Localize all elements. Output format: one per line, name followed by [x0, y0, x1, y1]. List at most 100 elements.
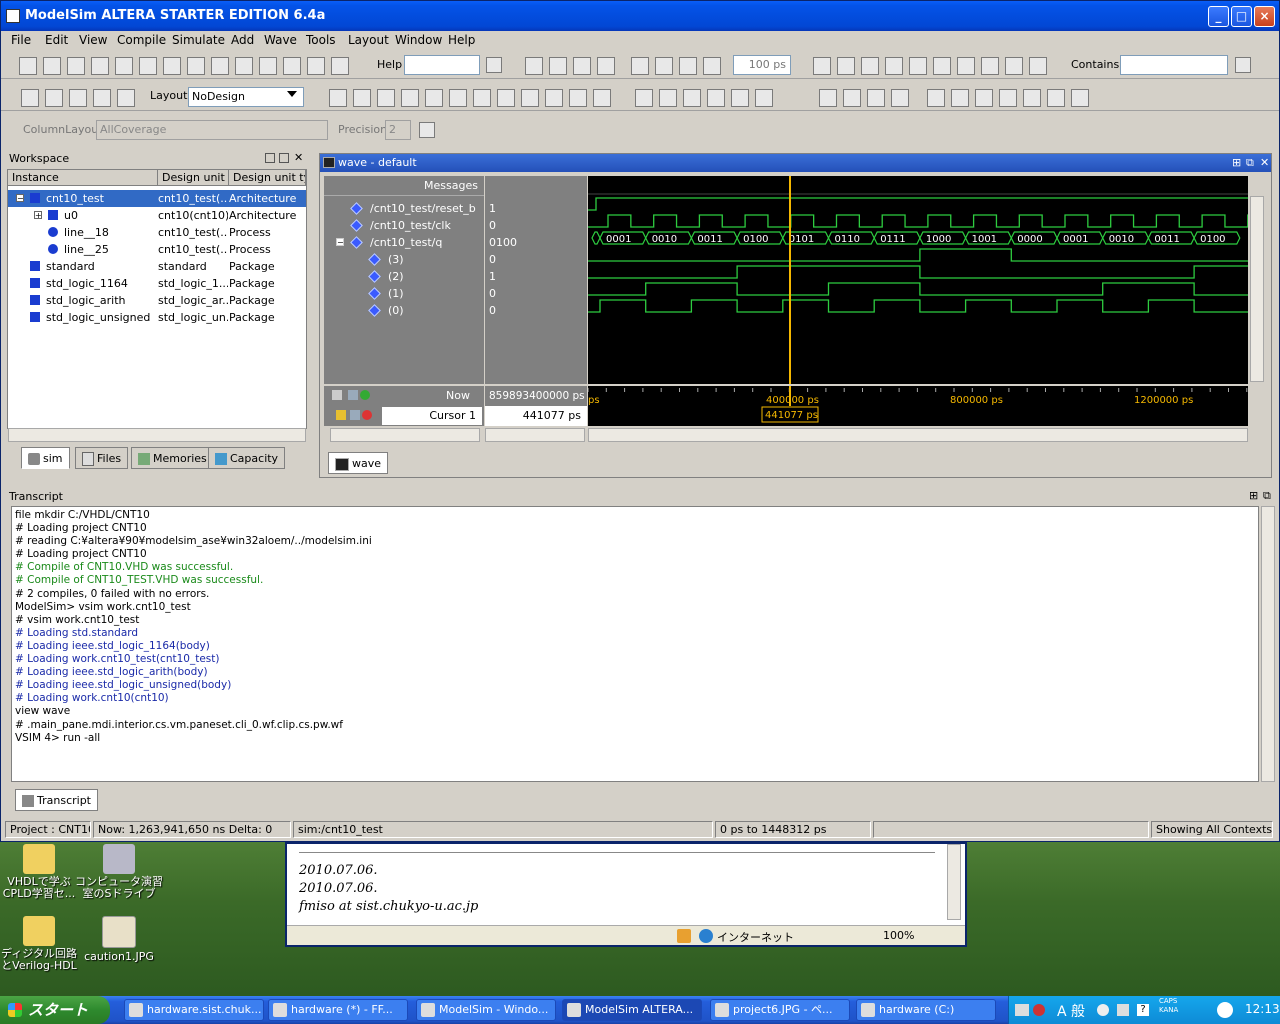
select-pointer-icon[interactable] [635, 89, 653, 107]
paste-icon[interactable] [187, 57, 205, 75]
cut-icon[interactable] [139, 57, 157, 75]
cursor-label[interactable]: Cursor 1 [382, 407, 482, 425]
list-view-icon[interactable] [951, 89, 969, 107]
zoom-in-icon[interactable] [819, 89, 837, 107]
cursor-pencil-icon[interactable] [350, 410, 360, 420]
help-icon[interactable]: ? [1137, 1004, 1149, 1016]
hierarchy-icon[interactable] [283, 57, 301, 75]
desktop-icon-caution[interactable]: caution1.JPG [74, 916, 164, 963]
signal-row[interactable]: (3) [324, 251, 484, 268]
col-header-design-unit-type[interactable]: Design unit type [229, 170, 306, 186]
cursor-add-icon[interactable] [332, 390, 342, 400]
taskbar-item[interactable]: ModelSim ALTERA... [562, 999, 702, 1021]
back-arrow-icon[interactable] [655, 57, 673, 75]
ime-tool-icon[interactable] [1117, 1004, 1129, 1016]
layout-select[interactable]: NoDesign [188, 87, 304, 107]
breakpoint-icon[interactable] [981, 57, 999, 75]
tree-row[interactable]: line__25 cnt10_test(... Process [8, 241, 306, 258]
delete-all-icon[interactable] [45, 89, 63, 107]
open-folder-icon[interactable] [43, 57, 61, 75]
signal-row[interactable]: /cnt10_test/reset_b [324, 200, 484, 217]
up-arrow-icon[interactable] [631, 57, 649, 75]
tree-row[interactable]: std_logic_arith std_logic_ar... Package [8, 292, 306, 309]
menu-help[interactable]: Help [448, 31, 475, 49]
zoom-cursor-icon[interactable] [891, 89, 909, 107]
cursor-next-icon[interactable] [569, 89, 587, 107]
edge-end-icon[interactable] [497, 89, 515, 107]
wave-view-icon[interactable] [927, 89, 945, 107]
taskbar-item[interactable]: hardware (C:) [856, 999, 996, 1021]
run-icon[interactable] [703, 57, 721, 75]
wave-h-scrollbar[interactable] [588, 428, 1248, 442]
zoom-level[interactable]: 100% [883, 929, 914, 942]
measure-icon[interactable] [683, 89, 701, 107]
wave-v-scrollbar[interactable] [1250, 196, 1264, 382]
menu-file[interactable]: File [11, 31, 31, 49]
arrow-left-icon[interactable] [1217, 1002, 1233, 1018]
tree-row[interactable]: standard standard Package [8, 258, 306, 275]
tab-transcript[interactable]: Transcript [15, 789, 98, 811]
menu-edit[interactable]: Edit [45, 31, 68, 49]
column-layout-select[interactable]: AllCoverage [96, 120, 328, 140]
menu-add[interactable]: Add [231, 31, 254, 49]
step-out-icon[interactable] [957, 57, 975, 75]
collapse-icon[interactable]: − [16, 194, 24, 203]
menu-view[interactable]: View [79, 31, 107, 49]
tab-wave[interactable]: wave [328, 452, 389, 474]
transcript-v-scrollbar[interactable] [1261, 506, 1275, 782]
refresh-icon[interactable] [91, 57, 109, 75]
expand-icon[interactable]: + [34, 211, 42, 220]
step-wave-3-icon[interactable] [1071, 89, 1089, 107]
signal-row[interactable]: − /cnt10_test/q [324, 234, 484, 251]
clear-icon[interactable] [117, 89, 135, 107]
values-h-scrollbar[interactable] [485, 428, 585, 442]
lock-icon[interactable] [336, 410, 346, 420]
wave-title-bar[interactable]: wave - default ⊞ ⧉ ✕ [320, 154, 1271, 172]
transcript-console[interactable]: file mkdir C:/VHDL/CNT10 # Loading projec… [11, 506, 1259, 782]
edge-right-icon[interactable] [401, 89, 419, 107]
browser-scrollbar[interactable] [947, 844, 961, 920]
edge-left-icon[interactable] [377, 89, 395, 107]
precision-input[interactable]: 2 [385, 120, 411, 140]
trace-icon[interactable] [731, 89, 749, 107]
step-icon[interactable] [573, 57, 591, 75]
tree-row[interactable]: std_logic_unsigned std_logic_un...Package [8, 309, 306, 326]
find-icon[interactable] [259, 57, 277, 75]
edge-find-icon[interactable] [473, 89, 491, 107]
copy-icon[interactable] [163, 57, 181, 75]
tab-capacity[interactable]: Capacity [208, 447, 286, 469]
help-search-input[interactable] [404, 55, 480, 75]
tree-row[interactable]: − cnt10_test cnt10_test(... Architecture [8, 190, 306, 207]
step-into-icon[interactable] [909, 57, 927, 75]
workspace-h-scrollbar[interactable] [8, 428, 306, 442]
dataflow-icon[interactable] [707, 89, 725, 107]
print-icon[interactable] [115, 57, 133, 75]
redo-icon[interactable] [235, 57, 253, 75]
ime-indicator[interactable]: A 般 [1057, 1001, 1085, 1021]
memory-icon[interactable] [1005, 57, 1023, 75]
cursor-remove-icon[interactable] [593, 89, 611, 107]
coverage-icon[interactable] [1029, 57, 1047, 75]
time-axis[interactable]: ps 400000 ps 800000 ps 1200000 ps 441077 ps [588, 386, 1248, 426]
step-wave-icon[interactable] [1023, 89, 1041, 107]
transcript-undock-icon[interactable]: ⊞ [1249, 489, 1258, 502]
menu-tools[interactable]: Tools [306, 31, 336, 49]
keyboard-icon[interactable] [1015, 1004, 1029, 1016]
transcript-maximize-icon[interactable]: ⧉ [1263, 489, 1271, 503]
zoom-mode-icon[interactable] [659, 89, 677, 107]
run-length-input[interactable]: 100 ps [733, 55, 791, 75]
menu-layout[interactable]: Layout [348, 31, 389, 49]
waveform-plot[interactable]: 0001 0010 0011 0100 0101 0110 0111 1000 1001 0000… [588, 176, 1248, 384]
start-button[interactable]: スタート [0, 996, 110, 1024]
save-icon[interactable] [67, 57, 85, 75]
minimize-button[interactable]: _ [1208, 6, 1229, 27]
wave-undock-icon[interactable]: ⊞ [1232, 154, 1241, 172]
col-header-design-unit[interactable]: Design unit [158, 170, 229, 186]
zoom-out-icon[interactable] [843, 89, 861, 107]
col-header-instance[interactable]: Instance [8, 170, 158, 186]
tab-memories[interactable]: Memories [131, 447, 214, 469]
stop-sim-icon[interactable] [885, 57, 903, 75]
edge-prev-icon[interactable] [425, 89, 443, 107]
wave-maximize-icon[interactable]: ⧉ [1246, 154, 1254, 172]
stop-icon[interactable] [597, 57, 615, 75]
